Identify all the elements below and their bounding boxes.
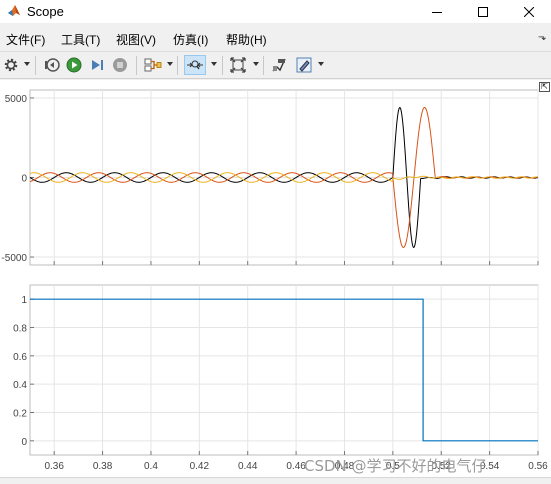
- undock-icon[interactable]: ⇱: [539, 82, 550, 92]
- step-forward-icon: [92, 60, 103, 70]
- axes-frame: [29, 284, 539, 456]
- y-tick-label: 0.4: [13, 380, 27, 391]
- x-tick-label: 0.38: [93, 461, 113, 472]
- toolbar: [0, 51, 551, 79]
- cursor-measure-icon: [272, 58, 286, 72]
- signal-selector-button[interactable]: [144, 56, 162, 74]
- toolbar-separator: [263, 56, 264, 75]
- x-tick-label: 0.36: [44, 461, 64, 472]
- minimize-icon: [432, 11, 442, 13]
- lower-axes[interactable]: 10.80.60.40.200.36 0.38 0.4 0.42 0.44 0.46 0.4…: [13, 284, 548, 472]
- signal-dropdown-arrow[interactable]: [167, 62, 173, 66]
- close-icon: [524, 6, 534, 17]
- toolbar-separator: [136, 56, 137, 75]
- plot-area: 5000 0 -5000 1 0.8 0.6 0.4 0.2 0 0.36 0.38 0.4 0.42…: [0, 80, 551, 477]
- window-title: Scope: [27, 4, 64, 19]
- minimize-button[interactable]: [414, 0, 460, 23]
- stop-button[interactable]: [111, 56, 129, 74]
- y-tick-label: -5000: [1, 253, 27, 264]
- scope-plots: 5000 0 -5000 1 0.8 0.6 0.4 0.2 0 0.36 0.38 0.4 0.42…: [1, 89, 548, 472]
- y-tick-label: 5000: [5, 94, 28, 105]
- fit-to-view-button[interactable]: [229, 56, 247, 74]
- x-tick-label: 0.42: [190, 461, 210, 472]
- title-bar: Scope: [0, 0, 551, 23]
- menu-overflow-icon[interactable]: ⬎: [538, 32, 546, 43]
- y-tick-label: 0: [21, 437, 27, 448]
- rewind-step-icon: [45, 58, 60, 72]
- toolbar-separator: [35, 56, 36, 75]
- toolbar-separator: [177, 56, 178, 75]
- menu-view[interactable]: 视图(V): [116, 31, 156, 48]
- stop-icon: [113, 58, 127, 72]
- zoom-time-icon: [187, 60, 203, 70]
- highlight-button[interactable]: [295, 56, 313, 74]
- step-back-button[interactable]: [43, 56, 61, 74]
- step-forward-button[interactable]: [88, 56, 106, 74]
- settings-button[interactable]: [2, 56, 20, 74]
- settings-dropdown-arrow[interactable]: [24, 62, 30, 66]
- menu-bar: 文件(F) 工具(T) 视图(V) 仿真(I) 帮助(H) ⬎: [0, 28, 551, 50]
- x-tick-label: 0.4: [144, 461, 158, 472]
- matlab-logo-icon: [8, 5, 20, 16]
- y-tick-label: 0.8: [13, 324, 27, 335]
- zoom-dropdown-arrow[interactable]: [211, 62, 217, 66]
- highlight-icon: [296, 57, 312, 73]
- x-tick-label: 0.56: [528, 461, 548, 472]
- zoom-time-button[interactable]: [184, 55, 206, 75]
- run-button[interactable]: [65, 56, 83, 74]
- toolbar-separator: [222, 56, 223, 75]
- scope-window: Scope 文件(F) 工具(T) 视图(V) 仿真(I) 帮助(H) ⬎ 50…: [0, 0, 551, 484]
- maximize-icon: [478, 6, 488, 17]
- gear-icon: [4, 58, 18, 72]
- menu-simulation[interactable]: 仿真(I): [173, 31, 208, 48]
- watermark-text: CSDN @学习不好的电气仔: [304, 457, 487, 475]
- status-strip: [0, 477, 551, 484]
- maximize-button[interactable]: [460, 0, 506, 23]
- y-tick-label: 1: [21, 295, 27, 306]
- y-tick-label: 0.2: [13, 409, 27, 420]
- x-tick-label: 0.44: [238, 461, 258, 472]
- cursor-measurement-button[interactable]: [270, 56, 288, 74]
- y-tick-label: 0.6: [13, 352, 27, 363]
- y-tick-label: 0: [21, 174, 27, 185]
- signal-selector-icon: [144, 58, 162, 72]
- menu-help[interactable]: 帮助(H): [226, 31, 267, 48]
- menu-file[interactable]: 文件(F): [6, 31, 45, 48]
- fit-to-view-icon: [230, 57, 246, 73]
- highlight-dropdown-arrow[interactable]: [318, 62, 324, 66]
- close-button[interactable]: [506, 0, 551, 23]
- run-icon: [66, 57, 82, 73]
- fit-dropdown-arrow[interactable]: [253, 62, 259, 66]
- menu-tools[interactable]: 工具(T): [61, 31, 100, 48]
- upper-axes[interactable]: 5000 0 -5000: [1, 89, 539, 266]
